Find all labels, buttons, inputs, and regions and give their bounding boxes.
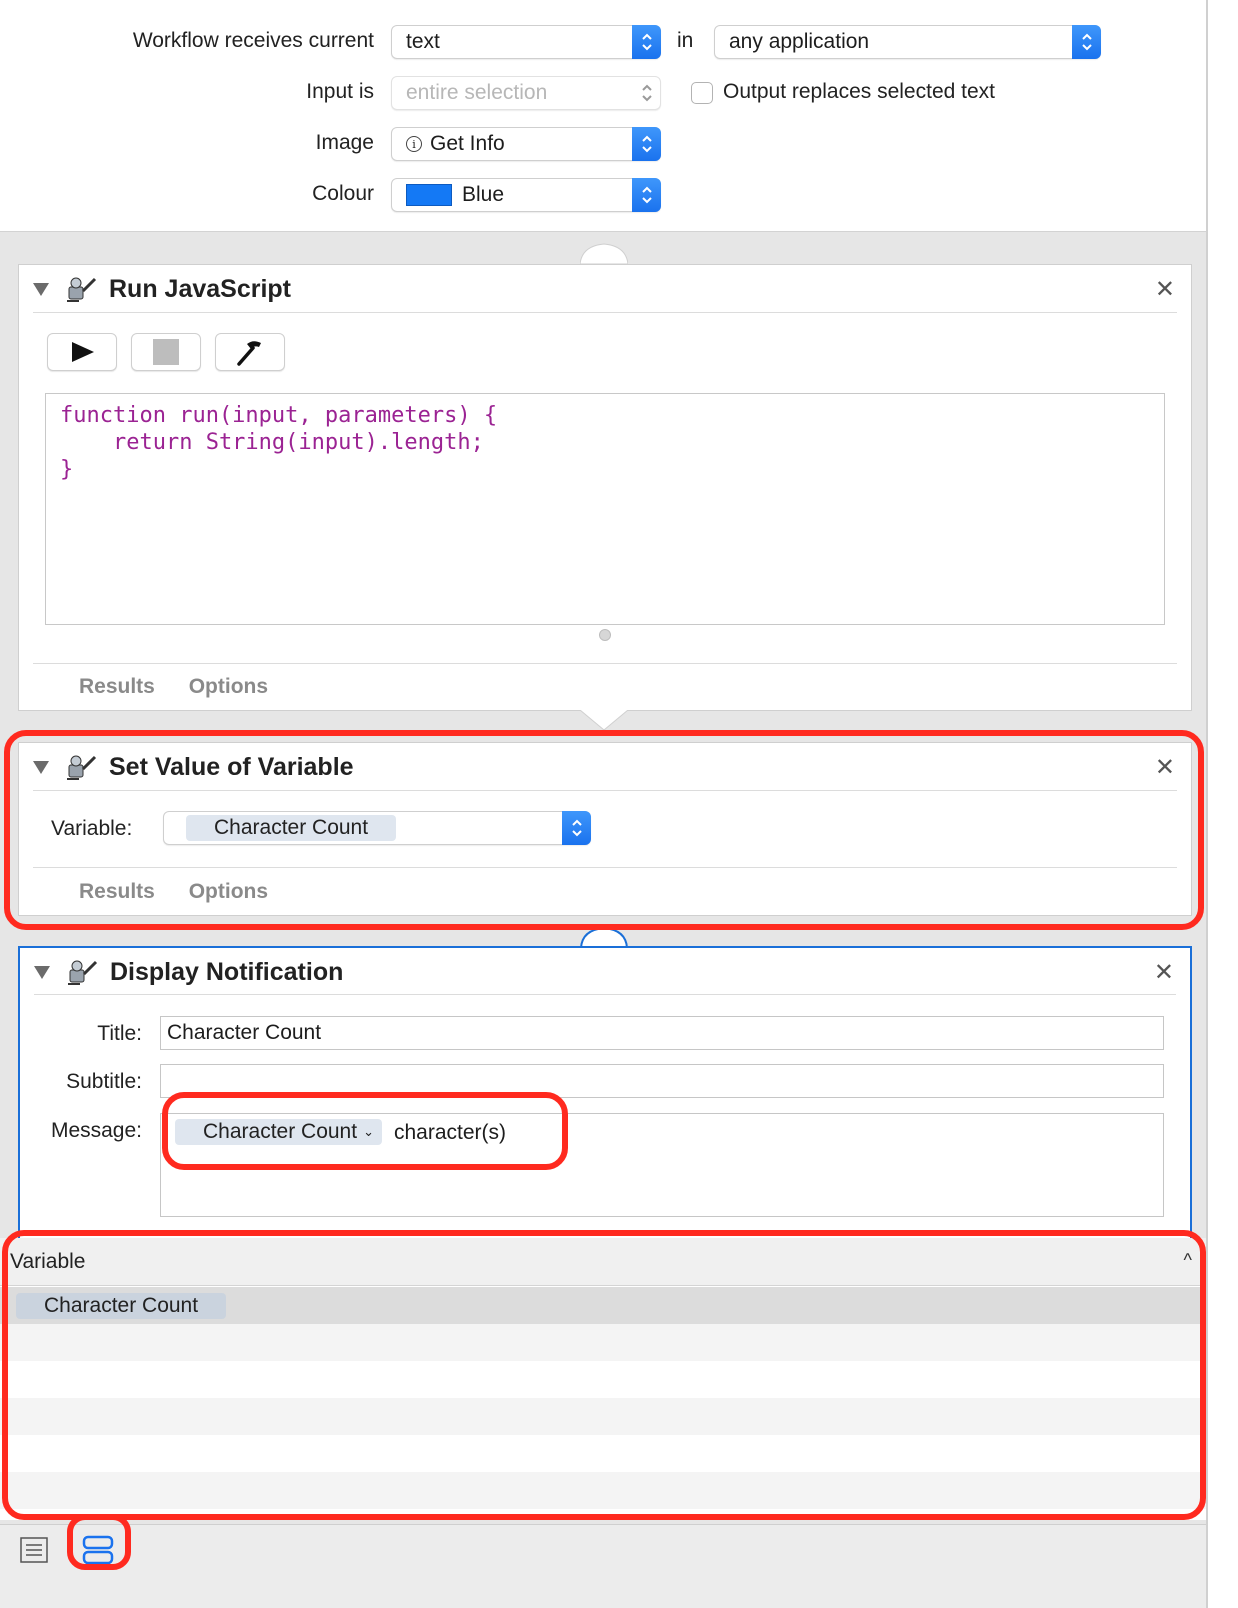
chevron-up-icon: ^: [1183, 1250, 1192, 1270]
action-display-notification: Display Notification ✕ Title: Character …: [18, 946, 1192, 1246]
title-label: Title:: [97, 1022, 142, 1045]
variable-token: Character Count: [16, 1293, 227, 1319]
divider: [33, 663, 1177, 664]
colour-swatch: [406, 184, 452, 206]
table-row-empty: [0, 1472, 1206, 1509]
in-label: in: [677, 29, 694, 52]
action-connector: [580, 243, 628, 264]
disclosure-triangle-icon[interactable]: [33, 761, 49, 774]
image-popup[interactable]: i Get Info: [391, 127, 661, 161]
stop-button[interactable]: [131, 333, 201, 371]
message-field[interactable]: Character Count ⌄ character(s): [160, 1113, 1164, 1217]
table-row-empty: [0, 1398, 1206, 1435]
colour-value: Blue: [462, 183, 505, 206]
stepper-chevrons-icon: [632, 127, 661, 161]
table-row-empty: [0, 1324, 1206, 1361]
automator-robot-icon: [67, 755, 97, 780]
action-set-value-of-variable: Set Value of Variable ✕ Variable: Charac…: [18, 742, 1192, 916]
column-header-variable[interactable]: Variable ^: [0, 1238, 1206, 1286]
action-run-javascript: Run JavaScript ✕ function run(input, par…: [18, 264, 1192, 711]
tab-results[interactable]: Results: [79, 880, 155, 903]
variables-table: Variable ^ Character Count: [0, 1238, 1206, 1520]
title-field[interactable]: Character Count: [160, 1016, 1164, 1050]
code-line: }: [60, 457, 74, 482]
automator-robot-icon: [68, 960, 98, 985]
subtitle-field[interactable]: [160, 1064, 1164, 1098]
log-view-icon[interactable]: [20, 1537, 48, 1563]
run-button[interactable]: [47, 333, 117, 371]
divider: [33, 867, 1177, 868]
variable-token[interactable]: Character Count ⌄: [175, 1119, 382, 1145]
window-edge: [1206, 0, 1208, 1608]
variables-view-icon[interactable]: [82, 1535, 114, 1565]
tab-options[interactable]: Options: [189, 880, 268, 903]
close-icon[interactable]: ✕: [1154, 958, 1174, 987]
tab-options[interactable]: Options: [189, 675, 268, 698]
application-value: any application: [729, 30, 870, 53]
receives-value: text: [406, 30, 440, 53]
chevron-down-icon: ⌄: [363, 1124, 374, 1139]
input-is-label: Input is: [306, 80, 374, 103]
action-title-bar: Display Notification ✕: [20, 948, 1190, 996]
compile-button[interactable]: [215, 333, 285, 371]
action-tabs: Results Options: [79, 675, 296, 699]
application-popup[interactable]: any application: [714, 25, 1101, 59]
input-is-value: entire selection: [406, 81, 548, 104]
variable-token: Character Count: [186, 815, 397, 841]
stepper-chevrons-icon: [632, 178, 661, 212]
image-value: Get Info: [430, 132, 505, 155]
stepper-chevrons-icon: [562, 811, 591, 845]
variable-label: Variable:: [51, 817, 133, 840]
variable-token-label: Character Count: [203, 1120, 358, 1143]
code-line: return String(input).length;: [60, 430, 484, 455]
divider: [33, 790, 1177, 791]
image-label: Image: [315, 131, 374, 154]
action-tabs: Results Options: [79, 880, 296, 904]
disclosure-triangle-icon[interactable]: [33, 283, 49, 296]
variable-popup[interactable]: Character Count: [163, 811, 591, 845]
window-frame: [1208, 0, 1238, 1608]
stepper-chevrons-icon: [632, 76, 661, 110]
resize-handle[interactable]: [599, 629, 611, 641]
workflow-header: Workflow receives current text in any ap…: [0, 0, 1206, 232]
disclosure-triangle-icon[interactable]: [34, 966, 50, 979]
action-title: Run JavaScript: [109, 275, 292, 303]
subtitle-label: Subtitle:: [66, 1070, 142, 1093]
message-label: Message:: [50, 1119, 142, 1142]
run-icon: [72, 342, 94, 362]
output-replaces-checkbox[interactable]: [691, 82, 713, 104]
compile-hammer-icon: [237, 341, 261, 366]
action-connector: [580, 710, 628, 731]
action-title: Display Notification: [110, 958, 344, 986]
action-title: Set Value of Variable: [109, 753, 354, 781]
output-replaces-label: Output replaces selected text: [723, 80, 995, 103]
table-row-empty: [0, 1361, 1206, 1398]
colour-label: Colour: [312, 182, 374, 205]
stepper-chevrons-icon: [1072, 25, 1101, 59]
automator-robot-icon: [67, 277, 97, 302]
tab-results[interactable]: Results: [79, 675, 155, 698]
script-editor[interactable]: function run(input, parameters) { return…: [45, 393, 1165, 625]
action-connector: [580, 926, 628, 948]
close-icon[interactable]: ✕: [1155, 753, 1175, 782]
info-circle-icon: i: [406, 136, 422, 152]
action-title-bar: Set Value of Variable ✕: [19, 743, 1191, 791]
message-text: character(s): [393, 1121, 507, 1144]
action-title-bar: Run JavaScript ✕: [19, 265, 1191, 313]
receives-label: Workflow receives current: [132, 29, 374, 52]
stepper-chevrons-icon: [632, 25, 661, 59]
table-row[interactable]: Character Count: [0, 1287, 1206, 1324]
code-line: function run(input, parameters) {: [60, 403, 498, 428]
table-row-empty: [0, 1435, 1206, 1472]
divider: [34, 994, 1176, 995]
bottom-toolbar: [0, 1524, 1206, 1608]
column-header-label: Variable: [10, 1249, 86, 1273]
close-icon[interactable]: ✕: [1155, 275, 1175, 304]
stop-icon: [153, 339, 179, 365]
colour-popup[interactable]: Blue: [391, 178, 661, 212]
input-is-popup: entire selection: [391, 76, 661, 110]
divider: [33, 312, 1177, 313]
receives-popup[interactable]: text: [391, 25, 661, 59]
